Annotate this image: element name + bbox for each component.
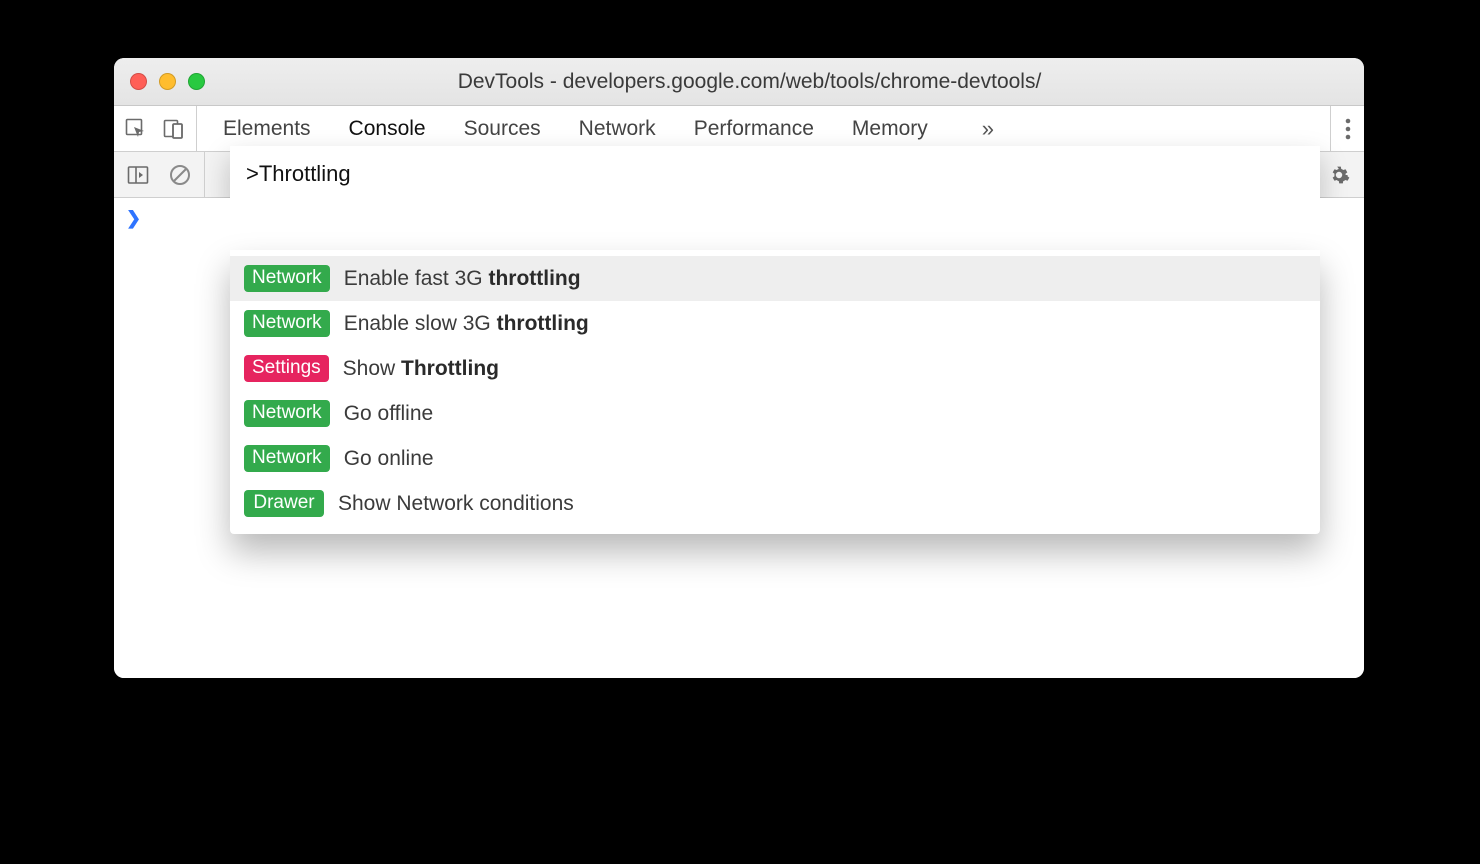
titlebar: DevTools - developers.google.com/web/too… xyxy=(114,58,1364,106)
main-menu[interactable] xyxy=(1330,106,1364,151)
command-result[interactable]: Network Enable slow 3G throttling xyxy=(230,301,1320,346)
result-badge: Network xyxy=(244,445,330,472)
tab-elements[interactable]: Elements xyxy=(223,117,311,141)
tab-console[interactable]: Console xyxy=(349,117,426,141)
content-area: ❯ NetworkEnable fast 3G throttlingNetwor… xyxy=(114,198,1364,678)
traffic-lights xyxy=(114,73,205,90)
result-label: Go online xyxy=(344,447,434,471)
result-badge: Network xyxy=(244,400,330,427)
kebab-menu-icon[interactable] xyxy=(1345,118,1351,140)
result-label: Show Network conditions xyxy=(338,492,574,516)
device-toggle-icon[interactable] xyxy=(162,117,186,141)
result-label: Go offline xyxy=(344,402,434,426)
command-results: Network Enable fast 3G throttling Network E… xyxy=(230,250,1320,534)
result-label: Enable fast 3G throttling xyxy=(344,267,581,291)
zoom-icon[interactable] xyxy=(188,73,205,90)
clear-console-icon[interactable] xyxy=(168,163,192,187)
settings-gear-icon[interactable] xyxy=(1328,164,1350,186)
result-badge: Drawer xyxy=(244,490,324,517)
command-menu xyxy=(230,146,1320,205)
command-result[interactable]: Network Go online xyxy=(230,436,1320,481)
command-result[interactable]: Network Enable fast 3G throttling xyxy=(230,256,1320,301)
result-badge: Settings xyxy=(244,355,329,382)
more-tabs-icon[interactable]: » xyxy=(966,116,1010,142)
tab-network[interactable]: Network xyxy=(579,117,656,141)
result-badge: Network xyxy=(244,265,330,292)
tab-performance[interactable]: Performance xyxy=(694,117,814,141)
minimize-icon[interactable] xyxy=(159,73,176,90)
inspect-element-icon[interactable] xyxy=(124,117,148,141)
result-label: Enable slow 3G throttling xyxy=(344,312,589,336)
command-result[interactable]: Drawer Show Network conditions xyxy=(230,481,1320,526)
close-icon[interactable] xyxy=(130,73,147,90)
panel-tabs: Elements Console Sources Network Perform… xyxy=(197,106,1330,151)
sidebar-toggle-icon[interactable] xyxy=(126,163,150,187)
console-toolbar xyxy=(114,152,1364,198)
devtools-window: DevTools - developers.google.com/web/too… xyxy=(114,58,1364,678)
result-label: Show Throttling xyxy=(343,357,499,381)
inspect-tools xyxy=(114,106,197,151)
tab-sources[interactable]: Sources xyxy=(464,117,541,141)
window-title: DevTools - developers.google.com/web/too… xyxy=(205,70,1364,94)
command-result[interactable]: Network Go offline xyxy=(230,391,1320,436)
console-prompt-icon[interactable]: ❯ xyxy=(126,208,141,229)
command-input[interactable] xyxy=(230,146,1320,204)
tab-memory[interactable]: Memory xyxy=(852,117,928,141)
command-result[interactable]: Settings Show Throttling xyxy=(230,346,1320,391)
result-badge: Network xyxy=(244,310,330,337)
